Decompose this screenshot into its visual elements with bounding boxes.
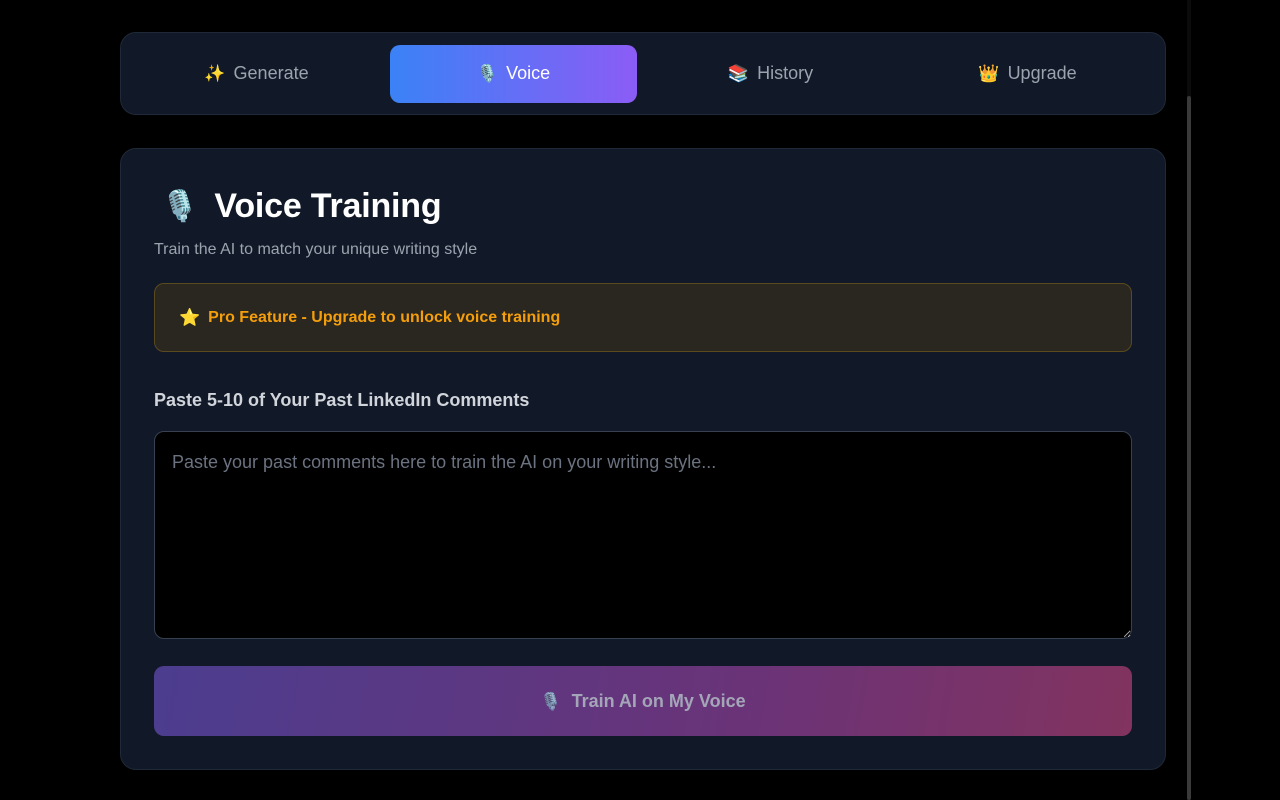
star-icon: ⭐ xyxy=(179,308,201,327)
sparkles-icon: ✨ xyxy=(204,64,226,83)
tab-label: Voice xyxy=(506,63,551,83)
page-subtitle: Train the AI to match your unique writin… xyxy=(154,241,478,258)
title-row: 🎙️ Voice Training xyxy=(161,187,442,226)
app-page: ✨ Generate 🎙️ Voice 📚 History 👑 Upgrade … xyxy=(0,0,1280,800)
train-button-label: Train AI on My Voice xyxy=(571,690,746,711)
crown-icon: 👑 xyxy=(978,64,1000,83)
past-comments-input[interactable] xyxy=(154,431,1132,639)
tab-upgrade[interactable]: 👑 Upgrade xyxy=(904,45,1151,103)
tab-voice[interactable]: 🎙️ Voice xyxy=(390,44,637,103)
tab-history[interactable]: 📚 History xyxy=(647,45,894,103)
tab-label: Generate xyxy=(233,63,309,83)
microphone-icon: 🎙️ xyxy=(540,691,562,711)
scrollbar-thumb[interactable] xyxy=(1187,96,1191,800)
pro-feature-text: Pro Feature - Upgrade to unlock voice tr… xyxy=(208,308,561,326)
books-icon: 📚 xyxy=(727,64,750,83)
train-ai-button[interactable]: 🎙️ Train AI on My Voice xyxy=(154,666,1132,736)
comments-field-label: Paste 5-10 of Your Past LinkedIn Comment… xyxy=(154,390,530,410)
page-title: Voice Training xyxy=(214,187,442,225)
tab-label: Upgrade xyxy=(1007,63,1077,83)
microphone-icon: 🎙️ xyxy=(161,189,199,223)
microphone-icon: 🎙️ xyxy=(476,64,499,83)
tab-bar: ✨ Generate 🎙️ Voice 📚 History 👑 Upgrade xyxy=(120,32,1166,115)
voice-training-card: 🎙️ Voice Training Train the AI to match … xyxy=(120,148,1166,770)
tab-label: History xyxy=(757,63,814,83)
tab-generate[interactable]: ✨ Generate xyxy=(133,45,380,103)
pro-feature-banner: ⭐ Pro Feature - Upgrade to unlock voice … xyxy=(154,283,1132,352)
